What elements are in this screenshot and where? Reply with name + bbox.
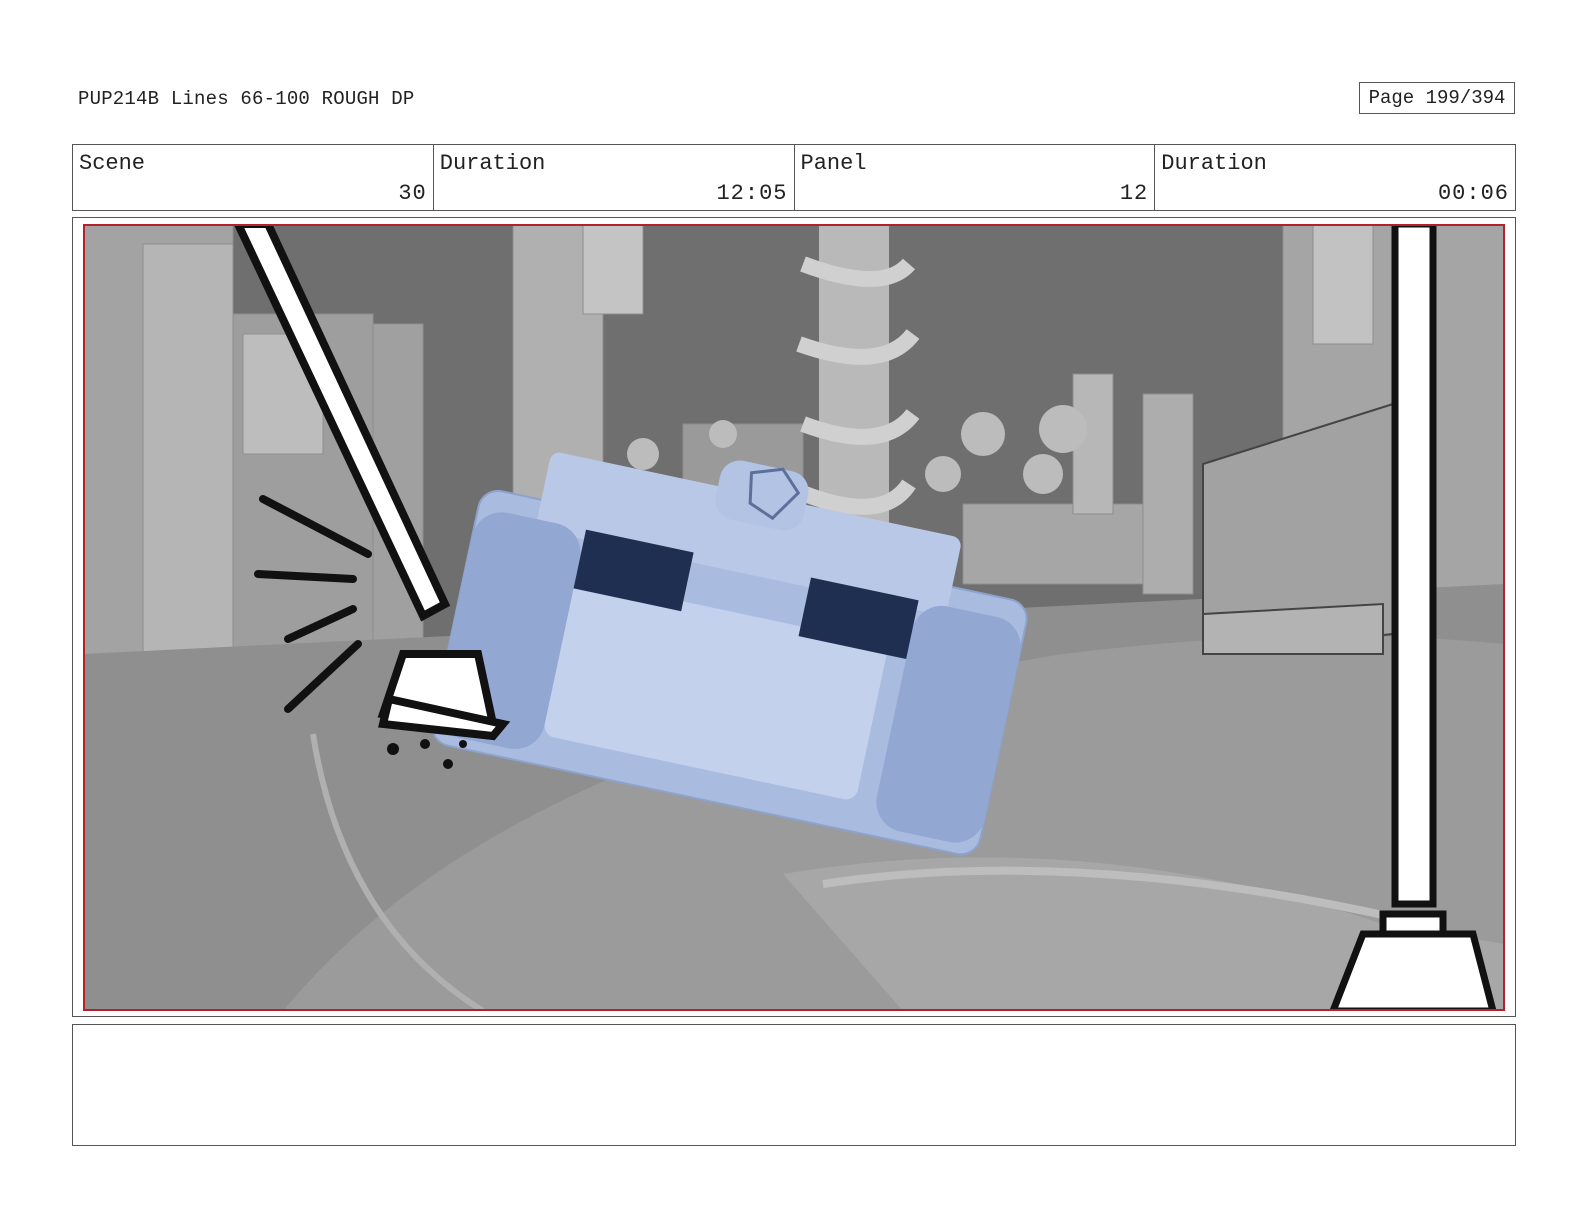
page-number: Page 199/394 [1359, 82, 1515, 114]
scene-duration-label: Duration [439, 151, 546, 176]
scene-label: Scene [79, 151, 146, 176]
panel-label: Panel [800, 151, 867, 176]
storyboard-panel-image [83, 224, 1505, 1011]
storyboard-scene-drawing [83, 224, 1505, 1011]
panel-duration-value: 00:06 [1437, 181, 1509, 206]
storyboard-panel-frame [72, 217, 1516, 1017]
document-title: PUP214B Lines 66-100 ROUGH DP [78, 88, 415, 110]
panel-cell: Panel 12 [795, 145, 1156, 210]
scene-value: 30 [398, 181, 427, 206]
notes-box[interactable] [72, 1024, 1516, 1146]
scene-duration-value: 12:05 [716, 181, 788, 206]
panel-value: 12 [1119, 181, 1149, 206]
info-table: Scene 30 Duration 12:05 Panel 12 Duratio… [72, 144, 1516, 211]
scene-cell: Scene 30 [73, 145, 434, 210]
panel-duration-cell: Duration 00:06 [1155, 145, 1515, 210]
scene-duration-cell: Duration 12:05 [434, 145, 795, 210]
panel-duration-label: Duration [1161, 151, 1267, 176]
